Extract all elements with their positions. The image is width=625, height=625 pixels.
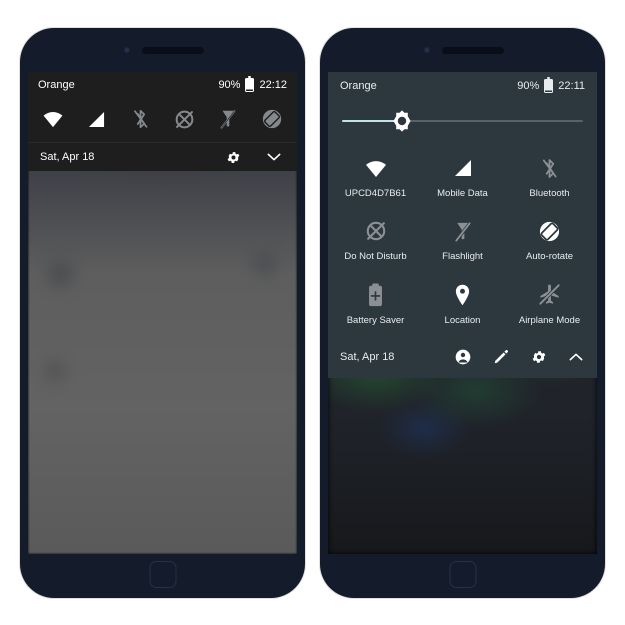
- wifi-icon: [362, 154, 390, 182]
- date-bar-right: Sat, Apr 18: [328, 342, 597, 372]
- tile-row: UPCD4D7B61 Mobile Data Bluetooth: [332, 144, 593, 207]
- flashlight-off-icon[interactable]: [215, 106, 241, 132]
- date-bar-left-actions: [226, 150, 281, 165]
- bluetooth-off-icon: [536, 154, 564, 182]
- battery-saver-icon: [362, 281, 390, 309]
- flashlight-off-icon: [449, 217, 477, 245]
- tile-label: Location: [444, 314, 481, 326]
- tile-wifi[interactable]: UPCD4D7B61: [332, 144, 419, 207]
- quick-settings-panel-expanded: Orange 90% 22:11 UPCD4D7B61 Mobile Data …: [328, 72, 597, 379]
- phone-left-top-bezel: [20, 28, 305, 72]
- airplane-mode-off-icon: [536, 281, 564, 309]
- phone-right: Orange 90% 22:11 UPCD4D7B61 Mobile Data …: [320, 28, 605, 598]
- chevron-down-icon[interactable]: [267, 152, 281, 162]
- tile-label: Flashlight: [442, 251, 483, 263]
- date-label: Sat, Apr 18: [40, 151, 95, 163]
- phone-right-top-bezel: [320, 28, 605, 72]
- signal-icon[interactable]: [84, 106, 110, 132]
- user-account-icon[interactable]: [455, 349, 471, 365]
- quick-settings-icon-row: [28, 98, 297, 142]
- tile-row: Battery Saver Location Airplane Mode: [332, 271, 593, 334]
- battery-percent-label: 90%: [218, 79, 241, 91]
- clock-label: 22:12: [259, 79, 287, 91]
- earpiece-speaker: [142, 47, 204, 54]
- home-button[interactable]: [149, 561, 176, 588]
- gear-icon[interactable]: [226, 150, 241, 165]
- status-bar-right: Orange 90% 22:11: [328, 72, 597, 100]
- status-bar-left: Orange 90% 22:12: [28, 72, 297, 98]
- status-bar-right-group: 90% 22:11: [517, 77, 585, 93]
- phone-left-bottom-bezel: [20, 554, 305, 598]
- tile-flashlight[interactable]: Flashlight: [419, 207, 506, 270]
- carrier-label: Orange: [340, 80, 377, 92]
- tile-do-not-disturb[interactable]: Do Not Disturb: [332, 207, 419, 270]
- quick-settings-panel-collapsed: Orange 90% 22:12 Sat, Apr 18: [28, 72, 297, 171]
- tile-battery-saver[interactable]: Battery Saver: [332, 271, 419, 334]
- location-pin-icon: [449, 281, 477, 309]
- tile-auto-rotate[interactable]: Auto-rotate: [506, 207, 593, 270]
- date-label: Sat, Apr 18: [340, 351, 395, 364]
- panel-bottom-edge: [328, 372, 597, 378]
- front-camera-icon: [124, 47, 130, 53]
- phone-left: Orange 90% 22:12 Sat, Apr 18: [20, 28, 305, 598]
- tile-label: Airplane Mode: [518, 314, 581, 326]
- date-bar-left: Sat, Apr 18: [28, 142, 297, 171]
- pencil-edit-icon[interactable]: [493, 349, 509, 365]
- tile-label: Bluetooth: [529, 188, 570, 199]
- tile-label: Do Not Disturb: [344, 251, 407, 263]
- earpiece-speaker: [442, 47, 504, 54]
- wifi-icon[interactable]: [40, 106, 66, 132]
- tile-row: Do Not Disturb Flashlight Auto-rotate: [332, 207, 593, 270]
- tile-label: Auto-rotate: [526, 251, 573, 263]
- tile-airplane-mode[interactable]: Airplane Mode: [506, 271, 593, 334]
- tile-label: Mobile Data: [437, 188, 488, 199]
- gear-icon[interactable]: [531, 349, 547, 365]
- auto-rotate-icon: [536, 217, 564, 245]
- battery-icon: [245, 76, 255, 92]
- status-bar-right-group: 90% 22:12: [218, 76, 287, 92]
- tile-mobile-data[interactable]: Mobile Data: [419, 144, 506, 207]
- quick-settings-tiles: UPCD4D7B61 Mobile Data Bluetooth Do Not …: [328, 138, 597, 336]
- do-not-disturb-off-icon: [362, 217, 390, 245]
- tile-label: UPCD4D7B61: [344, 188, 407, 199]
- auto-rotate-icon[interactable]: [259, 106, 285, 132]
- battery-icon: [544, 77, 554, 93]
- tile-label: Battery Saver: [346, 314, 405, 326]
- phone-right-bottom-bezel: [320, 554, 605, 598]
- phone-left-screen: Orange 90% 22:12 Sat, Apr 18: [28, 72, 297, 554]
- screenshot-canvas: Orange 90% 22:12 Sat, Apr 18 Orange 90% …: [0, 0, 625, 625]
- clock-label: 22:11: [558, 80, 585, 92]
- phone-right-screen: Orange 90% 22:11 UPCD4D7B61 Mobile Data …: [328, 72, 597, 554]
- date-bar-right-actions: [455, 349, 583, 365]
- battery-percent-label: 90%: [517, 80, 540, 92]
- bluetooth-off-icon[interactable]: [128, 106, 154, 132]
- front-camera-icon: [424, 47, 430, 53]
- carrier-label: Orange: [38, 79, 75, 91]
- brightness-slider[interactable]: [342, 104, 583, 138]
- chevron-up-icon[interactable]: [569, 352, 583, 362]
- tile-bluetooth[interactable]: Bluetooth: [506, 144, 593, 207]
- tile-location[interactable]: Location: [419, 271, 506, 334]
- home-button[interactable]: [449, 561, 476, 588]
- signal-icon: [449, 154, 477, 182]
- brightness-sun-icon[interactable]: [390, 109, 414, 133]
- do-not-disturb-off-icon[interactable]: [171, 106, 197, 132]
